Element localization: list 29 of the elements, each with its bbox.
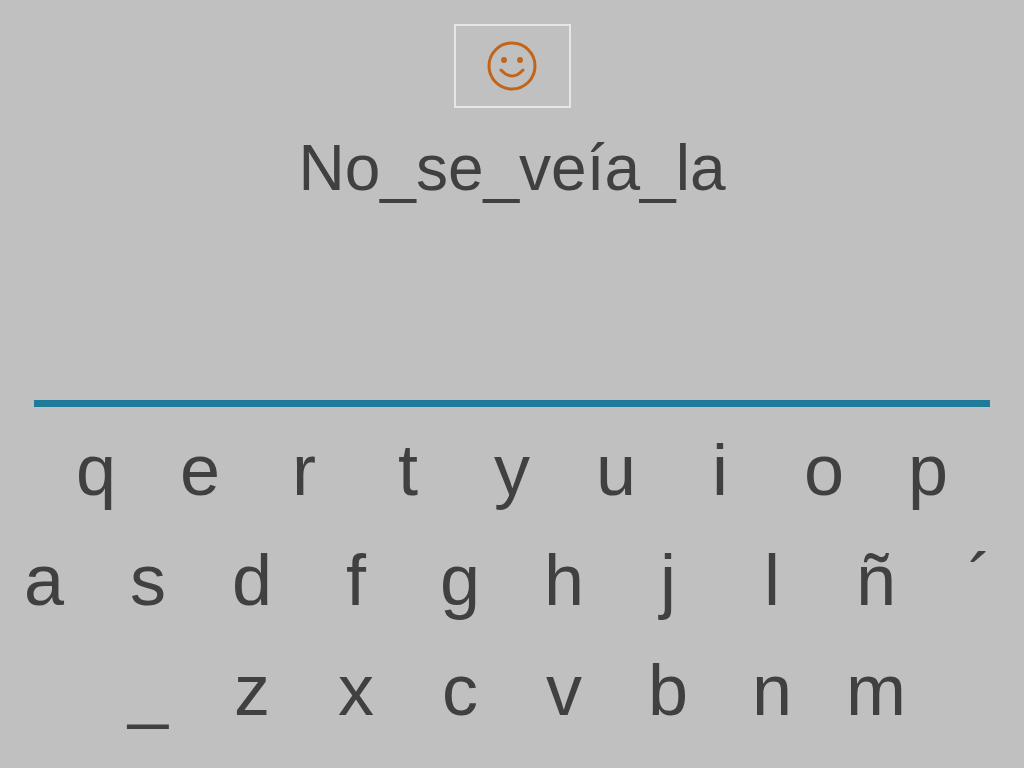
letter-key[interactable]: n [720,649,824,731]
letter-key[interactable]: i [668,429,772,511]
letter-key[interactable]: p [876,429,980,511]
letter-key[interactable]: v [512,649,616,731]
letter-key[interactable]: l [720,539,824,621]
letter-key[interactable]: o [772,429,876,511]
letter-key[interactable]: f [304,539,408,621]
smiley-icon [486,40,538,92]
letter-key[interactable]: s [96,539,200,621]
letter-key[interactable]: ´ [928,539,1024,621]
letter-key[interactable]: q [44,429,148,511]
letter-key[interactable]: a [0,539,96,621]
letter-key[interactable]: y [460,429,564,511]
letter-key[interactable]: e [148,429,252,511]
letter-key[interactable]: c [408,649,512,731]
letter-key[interactable]: m [824,649,928,731]
letter-key[interactable]: r [252,429,356,511]
letter-key[interactable]: u [564,429,668,511]
letter-key[interactable]: g [408,539,512,621]
letter-key[interactable]: j [616,539,720,621]
letter-key[interactable]: h [512,539,616,621]
sentence-text: No_se_veía_la [298,131,726,206]
letter-key[interactable]: t [356,429,460,511]
letter-key[interactable]: ñ [824,539,928,621]
letter-key[interactable]: x [304,649,408,731]
letter-key[interactable]: d [200,539,304,621]
letter-key[interactable]: z [200,649,304,731]
letter-key[interactable]: b [616,649,720,731]
letter-key[interactable]: _ [96,649,200,731]
